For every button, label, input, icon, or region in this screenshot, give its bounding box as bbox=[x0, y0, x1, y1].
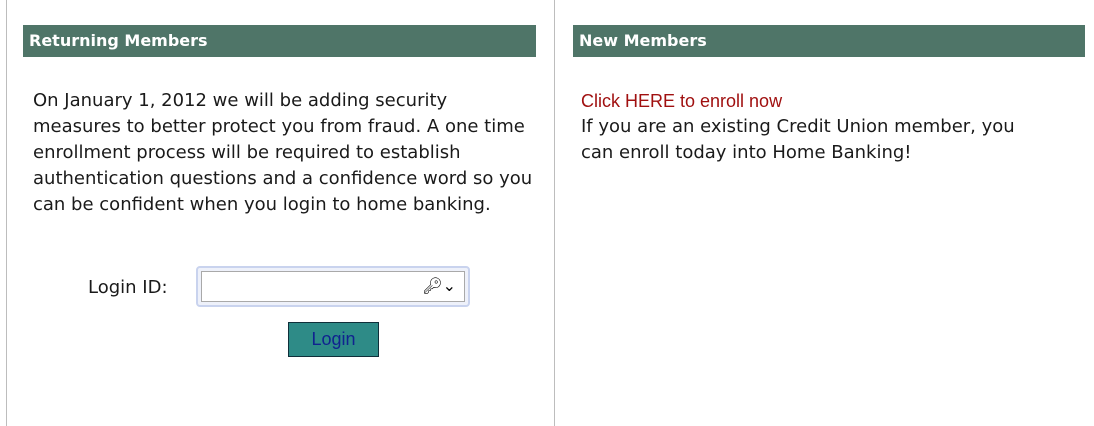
enroll-description: If you are an existing Credit Union memb… bbox=[581, 116, 1015, 163]
column-divider bbox=[554, 0, 555, 426]
enroll-link[interactable]: Click HERE to enroll now bbox=[581, 88, 782, 114]
security-notice: On January 1, 2012 we will be adding sec… bbox=[33, 90, 533, 215]
login-id-field-wrapper: 🔑︎⌄ bbox=[196, 266, 470, 307]
left-border bbox=[6, 0, 7, 426]
login-id-label: Login ID: bbox=[88, 277, 168, 298]
returning-members-header: Returning Members bbox=[23, 25, 536, 57]
key-icon[interactable]: 🔑︎⌄ bbox=[422, 277, 456, 295]
new-members-header: New Members bbox=[573, 25, 1085, 57]
login-button[interactable]: Login bbox=[288, 322, 379, 357]
